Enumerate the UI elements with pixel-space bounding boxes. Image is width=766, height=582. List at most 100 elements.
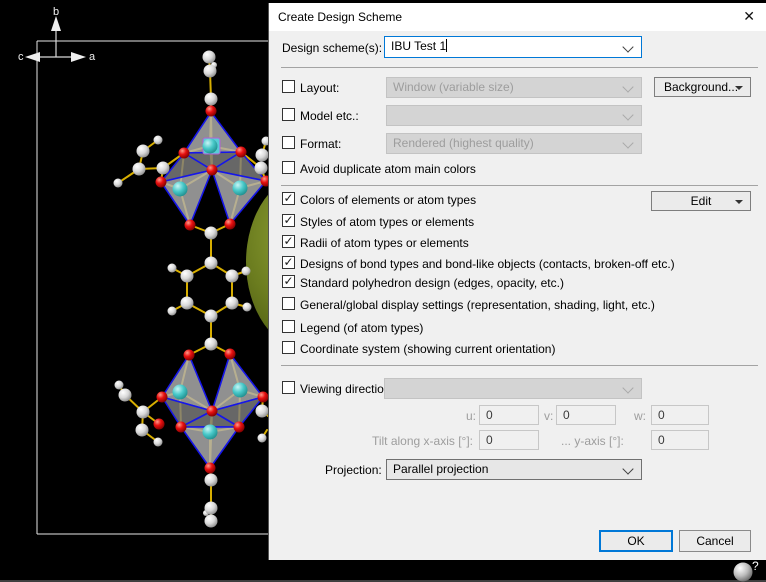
layout-checkbox[interactable] [282, 80, 295, 93]
option-checkbox[interactable]: ✓ [282, 256, 295, 269]
atom-C[interactable] [205, 502, 218, 515]
atom-H[interactable] [114, 179, 123, 188]
atom-B[interactable] [173, 182, 188, 197]
atom-O[interactable] [184, 350, 195, 361]
design-scheme-combobox[interactable]: IBU Test 1 [384, 36, 642, 58]
atom-O[interactable] [154, 419, 165, 430]
projection-value: Parallel projection [393, 462, 488, 476]
background-button[interactable]: Background... [654, 77, 751, 97]
atom-B[interactable] [173, 385, 188, 400]
atom-H[interactable] [154, 136, 163, 145]
atom-C[interactable] [205, 93, 218, 106]
v-field[interactable]: 0 [556, 405, 616, 425]
chevron-down-icon [622, 382, 633, 393]
w-label: w: [634, 409, 646, 423]
chevron-down-icon [622, 81, 633, 92]
tilt-x-field[interactable]: 0 [479, 430, 539, 450]
atom-O[interactable] [157, 392, 168, 403]
tilt-y-field[interactable]: 0 [651, 430, 709, 450]
atom-O[interactable] [225, 219, 236, 230]
close-icon[interactable]: ✕ [743, 8, 755, 25]
atom-C[interactable] [256, 405, 269, 418]
atom-B[interactable] [233, 181, 248, 196]
atom-C[interactable] [226, 297, 239, 310]
format-label: Format: [300, 137, 341, 151]
atom-B[interactable] [203, 139, 218, 154]
option-checkbox[interactable] [282, 320, 295, 333]
atom-C[interactable] [226, 270, 239, 283]
atom-C[interactable] [205, 257, 218, 270]
atom-O[interactable] [206, 106, 217, 117]
axis-label-b: b [53, 6, 59, 18]
ok-button[interactable]: OK [599, 530, 673, 552]
atom-C[interactable] [205, 474, 218, 487]
chevron-down-icon [622, 109, 633, 120]
format-combobox[interactable]: Rendered (highest quality) [386, 133, 642, 154]
atom-B[interactable] [233, 383, 248, 398]
atom-H[interactable] [243, 303, 252, 312]
model-checkbox[interactable] [282, 108, 295, 121]
atom-H[interactable] [168, 307, 177, 316]
atom-C[interactable] [133, 163, 146, 176]
atom-C[interactable] [136, 424, 149, 437]
option-checkbox[interactable]: ✓ [282, 214, 295, 227]
layout-combobox[interactable]: Window (variable size) [386, 77, 642, 98]
option-checkbox[interactable]: ✓ [282, 192, 295, 205]
model-combobox[interactable] [386, 105, 642, 126]
atom-C[interactable] [256, 149, 269, 162]
atom-H[interactable] [168, 264, 177, 273]
v-label: v: [544, 409, 553, 423]
atom-C[interactable] [181, 297, 194, 310]
design-scheme-label: Design scheme(s): [282, 41, 382, 55]
sphere-icon[interactable] [734, 563, 753, 582]
viewing-direction-combobox[interactable] [384, 378, 642, 399]
atom-O[interactable] [236, 147, 247, 158]
atom-H[interactable] [154, 438, 163, 447]
atom-C[interactable] [205, 310, 218, 323]
atom-H[interactable] [242, 267, 251, 276]
atom-O[interactable] [225, 349, 236, 360]
option-checkbox[interactable] [282, 297, 295, 310]
atom-C[interactable] [204, 65, 217, 78]
atom-O[interactable] [185, 220, 196, 231]
atom-C[interactable] [181, 270, 194, 283]
atom-C[interactable] [205, 338, 218, 351]
w-field[interactable]: 0 [651, 405, 709, 425]
chevron-down-icon [622, 41, 633, 52]
projection-label: Projection: [325, 463, 382, 477]
atom-C[interactable] [203, 51, 216, 64]
atom-O[interactable] [258, 392, 269, 403]
option-label: Colors of elements or atom types [300, 193, 476, 207]
cancel-button[interactable]: Cancel [679, 530, 751, 552]
projection-combobox[interactable]: Parallel projection [386, 459, 642, 480]
atom-C[interactable] [119, 389, 132, 402]
create-design-scheme-dialog: Create Design Scheme ✕ Design scheme(s):… [268, 3, 766, 560]
atom-O[interactable] [156, 177, 167, 188]
atom-H[interactable] [258, 434, 267, 443]
format-checkbox[interactable] [282, 136, 295, 149]
avoid-duplicate-checkbox[interactable] [282, 161, 295, 174]
option-checkbox[interactable] [282, 341, 295, 354]
atom-O[interactable] [234, 422, 245, 433]
atom-C[interactable] [205, 515, 218, 528]
edit-button-label: Edit [691, 194, 712, 208]
atom-O[interactable] [179, 148, 190, 159]
atom-C[interactable] [255, 162, 268, 175]
edit-button[interactable]: Edit [651, 191, 751, 211]
viewing-direction-checkbox[interactable] [282, 381, 295, 394]
atom-O[interactable] [207, 406, 218, 417]
atom-B[interactable] [203, 425, 218, 440]
chevron-down-icon [622, 137, 633, 148]
option-checkbox[interactable]: ✓ [282, 275, 295, 288]
u-field[interactable]: 0 [479, 405, 539, 425]
atom-C[interactable] [157, 162, 170, 175]
atom-C[interactable] [137, 406, 150, 419]
option-checkbox[interactable]: ✓ [282, 235, 295, 248]
atom-C[interactable] [137, 145, 150, 158]
atom-H[interactable] [115, 381, 124, 390]
layout-value: Window (variable size) [393, 80, 514, 94]
atom-O[interactable] [207, 165, 218, 176]
atom-C[interactable] [205, 227, 218, 240]
atom-O[interactable] [176, 422, 187, 433]
atom-O[interactable] [205, 463, 216, 474]
